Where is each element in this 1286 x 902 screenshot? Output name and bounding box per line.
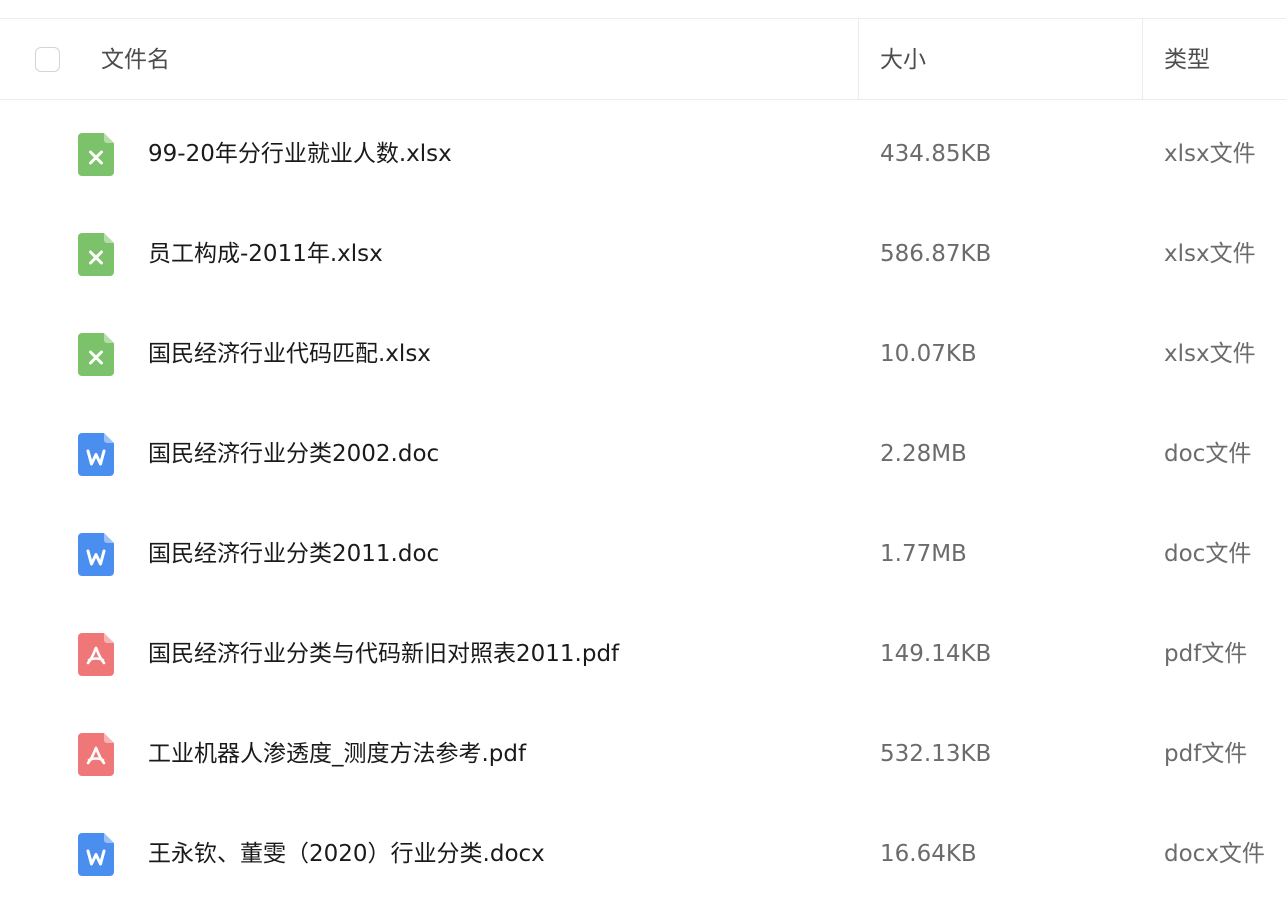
xlsx-file-icon	[78, 233, 114, 276]
file-name[interactable]: 员工构成-2011年.xlsx	[148, 240, 383, 268]
file-row[interactable]: 工业机器人渗透度_测度方法参考.pdf 532.13KB pdf文件	[0, 702, 1286, 802]
file-name[interactable]: 国民经济行业分类2011.doc	[148, 540, 439, 568]
column-divider[interactable]	[858, 19, 859, 100]
file-name[interactable]: 国民经济行业分类与代码新旧对照表2011.pdf	[148, 640, 619, 668]
file-name[interactable]: 99-20年分行业就业人数.xlsx	[148, 140, 452, 168]
file-size: 10.07KB	[880, 341, 977, 367]
file-row[interactable]: 国民经济行业分类与代码新旧对照表2011.pdf 149.14KB pdf文件	[0, 602, 1286, 702]
column-header-type[interactable]: 类型	[1164, 46, 1210, 74]
file-type: pdf文件	[1164, 641, 1248, 667]
file-type: xlsx文件	[1164, 341, 1256, 367]
select-all-checkbox[interactable]	[35, 47, 60, 72]
file-name[interactable]: 工业机器人渗透度_测度方法参考.pdf	[148, 740, 526, 768]
file-name[interactable]: 王永钦、董雯（2020）行业分类.docx	[148, 840, 545, 868]
file-row[interactable]: 员工构成-2011年.xlsx 586.87KB xlsx文件	[0, 202, 1286, 302]
file-size: 2.28MB	[880, 441, 967, 467]
file-type: xlsx文件	[1164, 141, 1256, 167]
xlsx-file-icon	[78, 333, 114, 376]
file-row[interactable]: 国民经济行业分类2011.doc 1.77MB doc文件	[0, 502, 1286, 602]
file-name[interactable]: 国民经济行业代码匹配.xlsx	[148, 340, 431, 368]
word-file-icon	[78, 433, 114, 476]
pdf-file-icon	[78, 733, 114, 776]
file-name[interactable]: 国民经济行业分类2002.doc	[148, 440, 439, 468]
file-row[interactable]: 国民经济行业分类2002.doc 2.28MB doc文件	[0, 402, 1286, 502]
file-size: 149.14KB	[880, 641, 992, 667]
file-type: docx文件	[1164, 841, 1265, 867]
file-row[interactable]: 99-20年分行业就业人数.xlsx 434.85KB xlsx文件	[0, 102, 1286, 202]
pdf-file-icon	[78, 633, 114, 676]
file-type: doc文件	[1164, 541, 1252, 567]
file-size: 16.64KB	[880, 841, 977, 867]
file-size: 532.13KB	[880, 741, 992, 767]
column-header-size[interactable]: 大小	[880, 46, 926, 74]
word-file-icon	[78, 833, 114, 876]
file-type: doc文件	[1164, 441, 1252, 467]
file-row[interactable]: 国民经济行业代码匹配.xlsx 10.07KB xlsx文件	[0, 302, 1286, 402]
file-type: xlsx文件	[1164, 241, 1256, 267]
column-divider[interactable]	[1142, 19, 1143, 100]
file-list-header: 文件名 大小 类型	[0, 19, 1286, 100]
word-file-icon	[78, 533, 114, 576]
xlsx-file-icon	[78, 133, 114, 176]
file-row[interactable]: 王永钦、董雯（2020）行业分类.docx 16.64KB docx文件	[0, 802, 1286, 902]
file-size: 434.85KB	[880, 141, 992, 167]
file-type: pdf文件	[1164, 741, 1248, 767]
column-header-name[interactable]: 文件名	[101, 46, 170, 74]
file-size: 586.87KB	[880, 241, 992, 267]
file-size: 1.77MB	[880, 541, 967, 567]
